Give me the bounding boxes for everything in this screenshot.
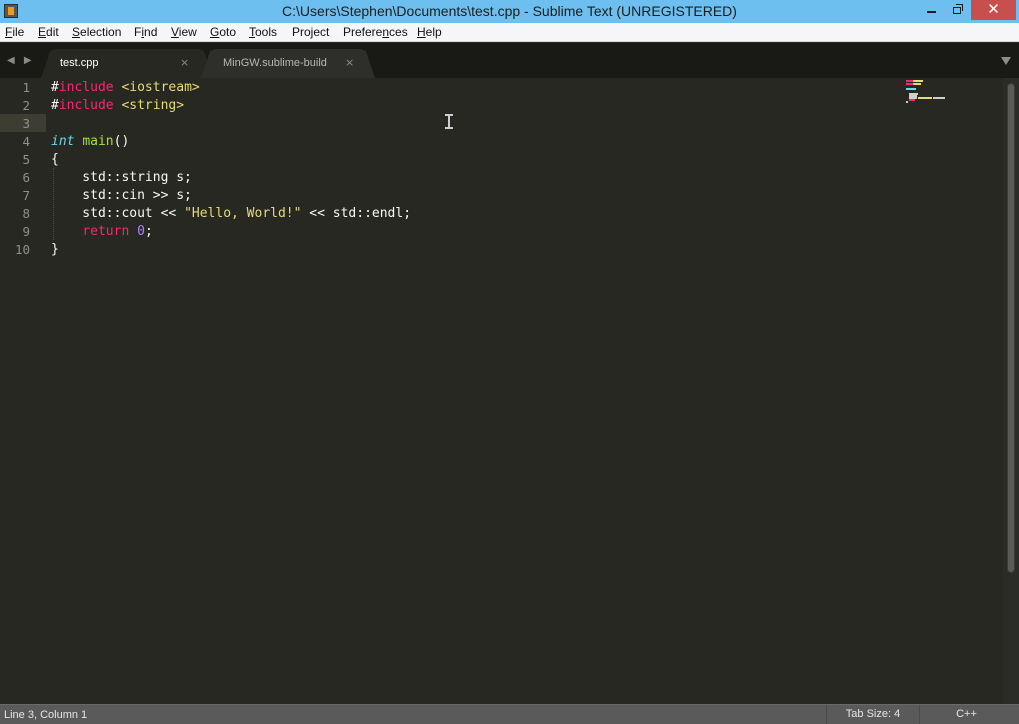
- line-code: std::cout << "Hello, World!" << std::end…: [51, 205, 411, 223]
- ibeam-bottom: [445, 127, 453, 129]
- line-code: return 0;: [51, 223, 153, 241]
- tab-label: MinGW.sublime-build: [223, 57, 327, 69]
- tab-size-selector[interactable]: Tab Size: 4: [826, 705, 919, 724]
- close-icon: ✕: [987, 0, 1000, 18]
- line-number: 5: [22, 152, 30, 167]
- line-number: 6: [22, 170, 30, 185]
- minimap-line: [906, 101, 908, 103]
- tab-close-icon[interactable]: ×: [180, 56, 189, 69]
- close-button[interactable]: ✕: [971, 0, 1016, 20]
- code-token: include: [58, 80, 114, 95]
- menu-preferences[interactable]: Preferences: [343, 25, 408, 39]
- code-token: std::cout <<: [51, 206, 185, 221]
- menu-selection[interactable]: Selection: [72, 25, 121, 39]
- tab-close-icon[interactable]: ×: [345, 56, 354, 69]
- line-number: 10: [14, 242, 30, 257]
- menu-goto[interactable]: Goto: [210, 25, 236, 39]
- code-token: "Hello, World!": [184, 206, 302, 221]
- code-token: {: [51, 152, 59, 167]
- menu-find[interactable]: Find: [134, 25, 157, 39]
- minimap-line: [933, 97, 945, 99]
- code-token: }: [51, 242, 59, 257]
- code-token: std::cin >> s;: [51, 188, 192, 203]
- code-token: 0: [137, 224, 145, 239]
- code-token: <string>: [121, 98, 185, 113]
- vertical-scrollbar[interactable]: [1003, 78, 1019, 704]
- menu-file[interactable]: File: [5, 25, 24, 39]
- menu-help[interactable]: Help: [417, 25, 442, 39]
- line-number: 1: [22, 80, 30, 95]
- code-token: int: [51, 134, 75, 149]
- restore-icon: [953, 7, 961, 14]
- tab-test-cpp[interactable]: test.cpp ×: [41, 49, 213, 78]
- menu-tools[interactable]: Tools: [249, 25, 277, 39]
- line-number: 7: [22, 188, 30, 203]
- code-token: std::string s;: [51, 170, 192, 185]
- code-token: << std::endl;: [301, 206, 412, 221]
- line-code: std::cin >> s;: [51, 187, 192, 205]
- line-code: #include <iostream>: [51, 79, 200, 97]
- menu-project[interactable]: Project: [292, 25, 329, 39]
- code-token: main: [82, 134, 114, 149]
- syntax-selector[interactable]: C++: [919, 705, 1013, 724]
- line-code: #include <string>: [51, 97, 184, 115]
- menu-view[interactable]: View: [171, 25, 197, 39]
- minimap[interactable]: [905, 78, 995, 104]
- code-token: #: [51, 80, 59, 95]
- minimap-line: [906, 83, 913, 85]
- line-number: 2: [22, 98, 30, 113]
- code-token: (): [113, 134, 130, 149]
- tab-list-dropdown-icon[interactable]: [1001, 57, 1011, 65]
- minimize-button[interactable]: [918, 0, 944, 20]
- line-number: 9: [22, 224, 30, 239]
- menu-edit[interactable]: Edit: [38, 25, 59, 39]
- code-token: include: [58, 98, 114, 113]
- minimap-line: [913, 83, 921, 85]
- line-number: 8: [22, 206, 30, 221]
- minimap-line: [906, 88, 916, 90]
- status-bar: Line 3, Column 1 Tab Size: 4 C++: [0, 704, 1019, 724]
- code-token: #: [51, 98, 59, 113]
- line-code: std::string s;: [51, 169, 192, 187]
- minimap-line: [913, 80, 923, 82]
- line-number: 3: [22, 116, 30, 131]
- code-token: ;: [144, 224, 153, 239]
- code-editor[interactable]: 1 #include <iostream> 2 #include <string> 3 4…: [0, 78, 1019, 704]
- menu-bar: File Edit Selection Find View Goto Tools…: [0, 23, 1019, 42]
- line-code: int main(): [51, 133, 129, 151]
- text-cursor-ibeam-icon: [445, 114, 453, 129]
- line-code: {: [51, 151, 59, 169]
- restore-button[interactable]: [945, 0, 971, 20]
- line-number: 4: [22, 134, 30, 149]
- code-token: return: [82, 224, 130, 239]
- tab-mingw-sublime-build[interactable]: MinGW.sublime-build ×: [201, 49, 375, 78]
- tab-bar: ◀ ▶ test.cpp × MinGW.sublime-build ×: [0, 43, 1019, 78]
- cursor-position: Line 3, Column 1: [4, 709, 88, 721]
- tab-label: test.cpp: [60, 57, 99, 69]
- minimap-line: [918, 97, 932, 99]
- code-token: <iostream>: [121, 80, 200, 95]
- scrollbar-thumb[interactable]: [1007, 83, 1015, 573]
- minimap-line: [906, 80, 913, 82]
- line-code: }: [51, 241, 59, 259]
- window-title: C:\Users\Stephen\Documents\test.cpp - Su…: [282, 3, 737, 19]
- minimap-line: [909, 99, 915, 101]
- title-bar[interactable]: C:\Users\Stephen\Documents\test.cpp - Su…: [0, 0, 1019, 23]
- tab-nav-arrows-icon[interactable]: ◀ ▶: [7, 55, 35, 66]
